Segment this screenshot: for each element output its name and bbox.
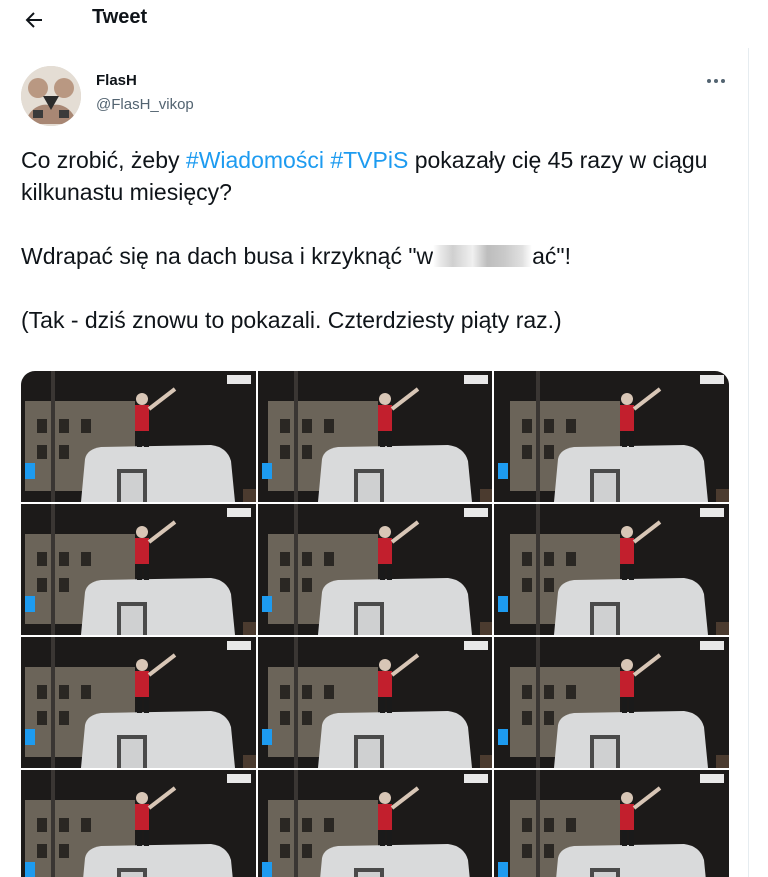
avatar[interactable] <box>21 66 81 126</box>
video-frame-tile <box>257 770 493 877</box>
video-frames-collage <box>21 371 729 877</box>
video-frame-tile <box>257 637 493 768</box>
author-name[interactable]: FlasH <box>96 72 137 89</box>
video-frame-tile <box>494 770 729 877</box>
tweet-text-segment: ać"! <box>532 243 571 269</box>
hashtag-link[interactable]: #TVPiS <box>330 147 408 173</box>
video-frame-tile <box>257 504 493 635</box>
video-frame-tile <box>21 504 256 635</box>
top-bar: Tweet <box>0 0 748 44</box>
hashtag-link[interactable]: #Wiadomości <box>186 147 324 173</box>
tweet-text: Co zrobić, żeby #Wiadomości #TVPiS pokaz… <box>21 144 731 336</box>
tweet-paragraph-1: Co zrobić, żeby #Wiadomości #TVPiS pokaz… <box>21 144 731 208</box>
tweet-paragraph-2: Wdrapać się na dach busa i krzyknąć "w ać… <box>21 240 731 272</box>
video-frame-tile <box>494 637 729 768</box>
author-handle[interactable]: @FlasH_vikop <box>96 96 194 113</box>
censored-blur <box>433 245 533 267</box>
video-frame-tile <box>21 371 256 502</box>
tweet-paragraph-3: (Tak - dziś znowu to pokazali. Czterdzie… <box>21 307 562 333</box>
media-image[interactable] <box>21 371 729 877</box>
video-frame-tile <box>494 504 729 635</box>
tweet-text-segment: Co zrobić, żeby <box>21 147 186 173</box>
tweet-text-segment: Wdrapać się na dach busa i krzyknąć "w <box>21 243 434 269</box>
more-options-icon[interactable] <box>702 68 730 92</box>
video-frame-tile <box>257 371 493 502</box>
column-divider <box>748 48 749 877</box>
video-frame-tile <box>21 770 256 877</box>
video-frame-tile <box>21 637 256 768</box>
video-frame-tile <box>494 371 729 502</box>
page-title: Tweet <box>92 6 148 28</box>
back-arrow-icon[interactable] <box>22 8 46 32</box>
